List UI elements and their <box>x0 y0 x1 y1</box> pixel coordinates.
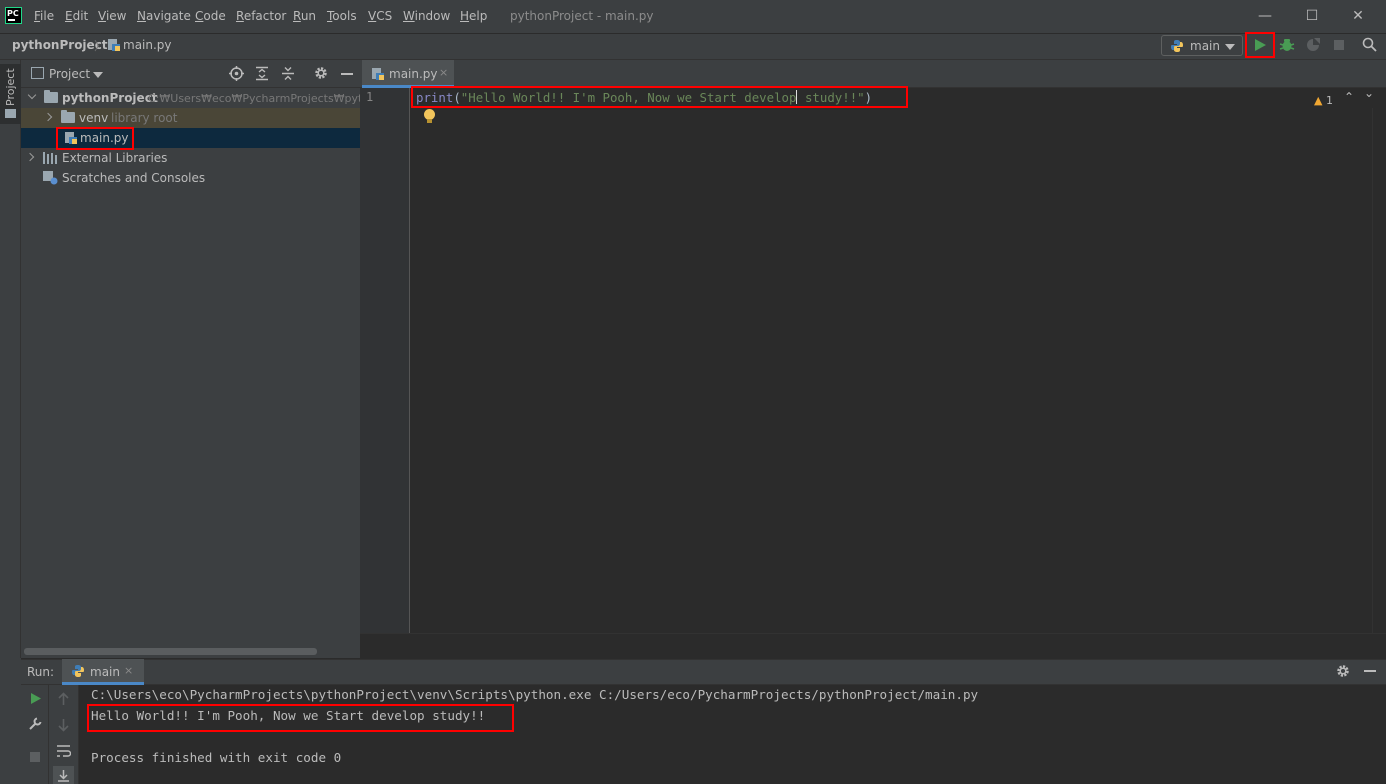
menu-refactor[interactable]: Refactor <box>236 9 286 23</box>
close-window-button[interactable]: ✕ <box>1346 5 1370 27</box>
menu-code[interactable]: Code <box>195 9 226 23</box>
console-command-line: C:\Users\eco\PycharmProjects\pythonProje… <box>91 687 979 702</box>
arrow-down-icon[interactable] <box>57 718 70 732</box>
run-panel-label: Run: <box>27 665 55 679</box>
debug-bug-icon[interactable] <box>1279 37 1295 53</box>
chevron-down-icon <box>27 90 37 100</box>
stop-icon[interactable] <box>30 752 40 762</box>
menu-window[interactable]: Window <box>403 9 450 23</box>
rerun-icon[interactable] <box>29 692 42 705</box>
menu-navigate[interactable]: Navigate <box>137 9 191 23</box>
editor-tab-bar <box>360 60 1386 88</box>
close-tab-icon[interactable]: × <box>124 664 133 677</box>
wrench-icon[interactable] <box>28 717 42 731</box>
code-line-highlight <box>411 86 908 108</box>
line-number: 1 <box>366 90 374 104</box>
run-play-icon[interactable] <box>1253 38 1267 52</box>
menu-view[interactable]: View <box>98 9 126 23</box>
tree-row-venv[interactable]: venv library root <box>21 108 360 128</box>
editor-tab-label: main.py <box>389 67 438 81</box>
project-root-name: pythonProject <box>62 91 158 105</box>
main-py-highlight <box>56 127 134 150</box>
chevron-right-icon <box>25 152 35 162</box>
stop-icon[interactable] <box>1334 40 1344 50</box>
editor-scrollbar[interactable] <box>1372 108 1386 633</box>
menu-vcs[interactable]: VCS <box>368 9 392 23</box>
project-view-icon <box>31 67 44 79</box>
scratches-name: Scratches and Consoles <box>62 171 206 185</box>
tree-row-scratches[interactable]: Scratches and Consoles <box>21 168 360 188</box>
left-tool-stripe <box>0 60 21 658</box>
library-icon <box>43 152 57 164</box>
collapse-all-icon[interactable] <box>281 66 295 81</box>
run-configuration-label: main <box>1190 39 1220 53</box>
maximize-button[interactable]: ☐ <box>1300 5 1324 27</box>
close-tab-icon[interactable]: × <box>439 66 448 79</box>
horizontal-scrollbar[interactable] <box>24 648 317 655</box>
console-output-highlight <box>87 704 514 732</box>
project-panel-title[interactable]: Project <box>49 67 90 81</box>
chevron-down-icon <box>1225 44 1235 50</box>
breadcrumb-file[interactable]: main.py <box>123 38 172 52</box>
lightbulb-icon[interactable] <box>424 109 435 123</box>
run-with-coverage-icon[interactable] <box>1305 37 1321 53</box>
hide-panel-icon[interactable] <box>1364 670 1376 672</box>
editor-gutter <box>360 88 410 633</box>
code-editor[interactable] <box>411 88 1371 633</box>
run-tab-label: main <box>90 665 120 679</box>
editor-tab-main-py[interactable]: main.py × <box>362 60 454 88</box>
scroll-to-end-button[interactable] <box>53 766 74 784</box>
gear-icon[interactable] <box>1336 664 1350 678</box>
warning-icon: ▲ <box>1314 94 1323 107</box>
project-root-path: C:₩Users₩eco₩PycharmProjects₩pytho <box>148 92 377 105</box>
chevron-up-icon[interactable]: ⌃ <box>1344 90 1354 104</box>
tree-row-external-libraries[interactable]: External Libraries <box>21 148 360 168</box>
menu-run[interactable]: Run <box>293 9 316 23</box>
python-logo-icon <box>1171 40 1183 52</box>
expand-all-icon[interactable] <box>255 66 269 81</box>
run-panel-header <box>21 659 1386 685</box>
tree-row-project-root[interactable]: pythonProject C:₩Users₩eco₩PycharmProjec… <box>21 88 376 108</box>
hide-panel-icon[interactable] <box>341 73 353 75</box>
chevron-down-icon[interactable]: ⌄ <box>1364 86 1374 100</box>
soft-wrap-icon[interactable] <box>56 744 71 758</box>
chevron-right-icon <box>43 112 53 122</box>
menu-edit[interactable]: Edit <box>65 9 88 23</box>
warning-count: 1 <box>1325 94 1333 107</box>
editor-bottom-area <box>360 633 1386 658</box>
menu-file[interactable]: File <box>34 9 54 23</box>
menu-help[interactable]: Help <box>460 9 487 23</box>
left-stripe-bottom <box>0 658 21 784</box>
breadcrumb-separator: 〉 <box>94 39 107 53</box>
external-libraries-name: External Libraries <box>62 151 168 165</box>
minimize-button[interactable]: — <box>1253 5 1277 27</box>
menu-tools[interactable]: Tools <box>327 9 357 23</box>
python-file-icon <box>372 68 384 80</box>
gear-icon[interactable] <box>314 66 328 80</box>
search-icon[interactable] <box>1362 37 1377 52</box>
pycharm-logo-icon: PC <box>5 7 22 24</box>
venv-note: library root <box>111 111 178 125</box>
arrow-up-icon[interactable] <box>57 692 70 706</box>
folder-icon <box>61 110 75 123</box>
inspection-widget[interactable]: ▲ 1 <box>1314 94 1333 107</box>
console-exit-message: Process finished with exit code 0 <box>91 750 342 765</box>
python-logo-icon <box>72 665 84 677</box>
run-tab-main[interactable]: main × <box>62 659 144 685</box>
scratches-icon <box>43 171 58 185</box>
python-file-icon <box>108 39 120 51</box>
locate-file-icon[interactable] <box>229 66 244 81</box>
run-configuration-selector[interactable]: main <box>1161 35 1243 56</box>
chevron-down-icon[interactable] <box>93 72 103 78</box>
window-title: pythonProject - main.py <box>510 9 654 23</box>
venv-name: venv <box>79 111 109 125</box>
folder-icon <box>5 109 16 118</box>
folder-icon <box>44 90 58 103</box>
scroll-to-end-icon <box>58 770 69 782</box>
